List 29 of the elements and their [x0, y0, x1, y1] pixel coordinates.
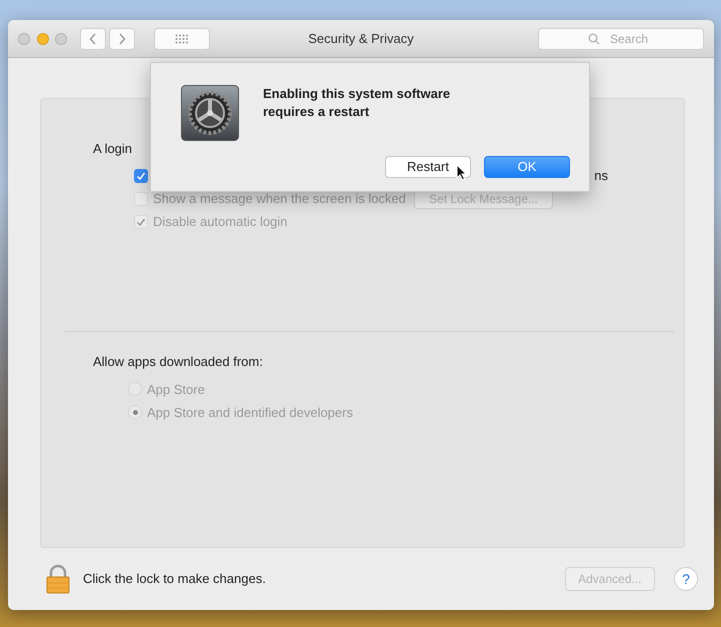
- chevron-left-icon: [88, 32, 96, 44]
- padlock-icon[interactable]: [46, 564, 70, 594]
- chevron-right-icon: [118, 32, 126, 44]
- radio-label: App Store: [147, 380, 205, 399]
- search-field[interactable]: Search: [538, 28, 704, 50]
- checkmark-icon: [136, 170, 146, 181]
- checkbox-label: ns: [594, 167, 608, 185]
- checkbox-label: Show a message when the screen is locked: [153, 190, 406, 208]
- show-all-button[interactable]: [154, 28, 210, 50]
- back-button[interactable]: [80, 28, 106, 50]
- gear-icon: [181, 85, 239, 141]
- help-button[interactable]: ?: [674, 567, 698, 591]
- forward-button[interactable]: [108, 28, 135, 50]
- window-control[interactable]: [18, 32, 30, 44]
- checkbox[interactable]: [134, 168, 148, 183]
- lock-message: Click the lock to make changes.: [83, 570, 266, 588]
- dialog-button[interactable]: Restart: [385, 156, 471, 178]
- radio-label: App Store and identified developers: [147, 404, 353, 422]
- dialog-button[interactable]: OK: [484, 156, 570, 178]
- window-control[interactable]: [55, 32, 67, 44]
- pointer-cursor-icon: [456, 164, 468, 182]
- checkmark-icon: [136, 216, 146, 227]
- grid-icon: [174, 34, 189, 44]
- window-control[interactable]: [36, 32, 48, 44]
- section-label: A login: [93, 141, 132, 156]
- checkbox-label: Disable automatic login: [153, 213, 288, 231]
- dialog-message: Enabling this system software requires a restart: [263, 85, 452, 120]
- window-title: Security & Privacy: [308, 30, 414, 46]
- section-label: Allow apps downloaded from:: [93, 354, 263, 369]
